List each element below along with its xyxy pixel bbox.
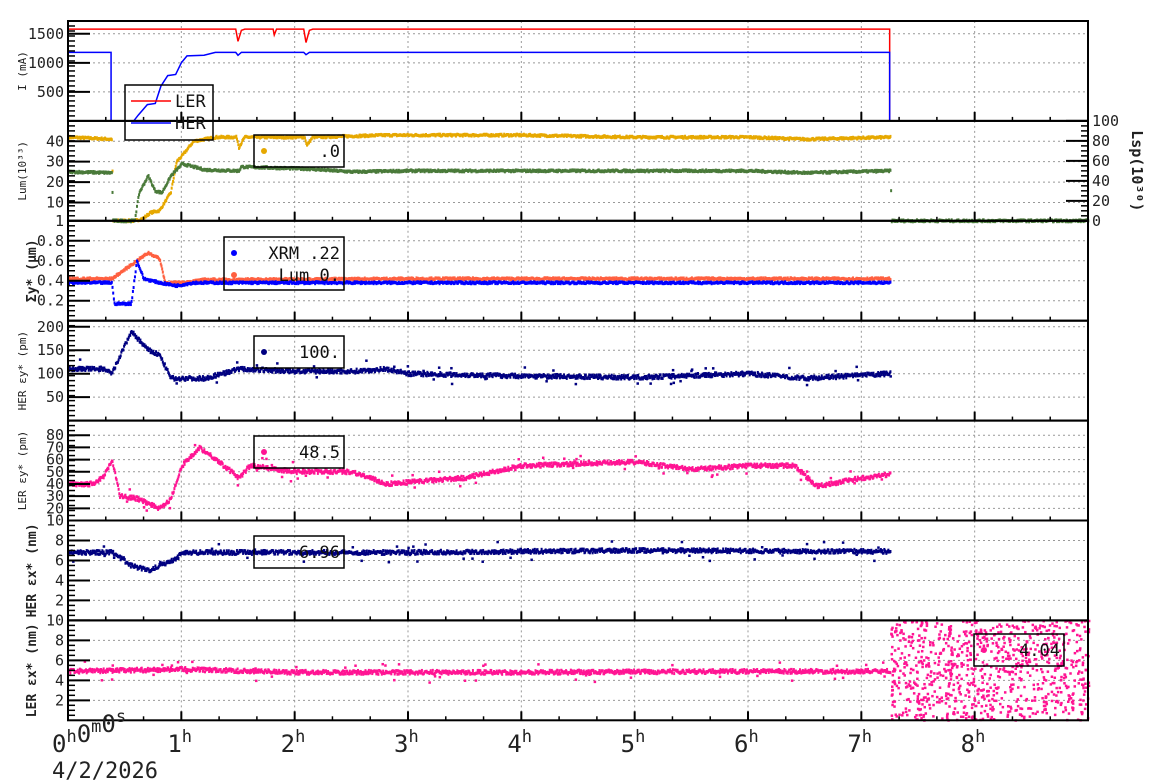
data-point [135,210,138,214]
data-point [145,178,148,182]
data-point [133,279,136,283]
data-point [890,189,893,193]
data-point [171,182,174,186]
data-point [161,267,164,271]
data-point [136,200,139,204]
data-point [160,264,163,268]
data-point [240,141,243,145]
data-point [147,174,150,178]
data-point [141,272,144,276]
data-point [889,134,892,138]
data-point [235,134,238,138]
data-point [150,180,153,184]
data-point [165,199,168,203]
data-point [136,260,139,264]
data-point [889,168,892,172]
data-point [303,136,306,140]
data-point [159,258,162,262]
data-point [138,193,141,197]
data-point [172,176,175,180]
data-point [236,139,239,143]
data-point [166,181,169,185]
data-point [134,270,137,274]
data-point [174,164,177,168]
grid-lines [68,21,1088,721]
data-point [137,195,140,199]
data-point [131,289,134,293]
data-point [110,280,113,284]
data-point [130,299,133,303]
data-point [135,264,138,268]
data-point [129,303,132,307]
data-point [134,213,137,217]
data-point [133,275,136,279]
multi-panel-chart: 50010001500I (mA)110203040Lum(10³³)02040… [16,20,1146,782]
data-point [170,186,173,190]
data-point [172,179,175,183]
data-point [131,296,134,300]
data-point [111,285,114,289]
data-point [170,191,172,195]
data-point [110,171,113,175]
data-point [163,276,166,280]
data-point [112,297,115,301]
data-point [112,291,115,295]
data-point [132,286,135,290]
data-point [111,190,114,194]
data-point [136,204,138,208]
data-point [110,138,113,142]
data-point [161,270,164,274]
